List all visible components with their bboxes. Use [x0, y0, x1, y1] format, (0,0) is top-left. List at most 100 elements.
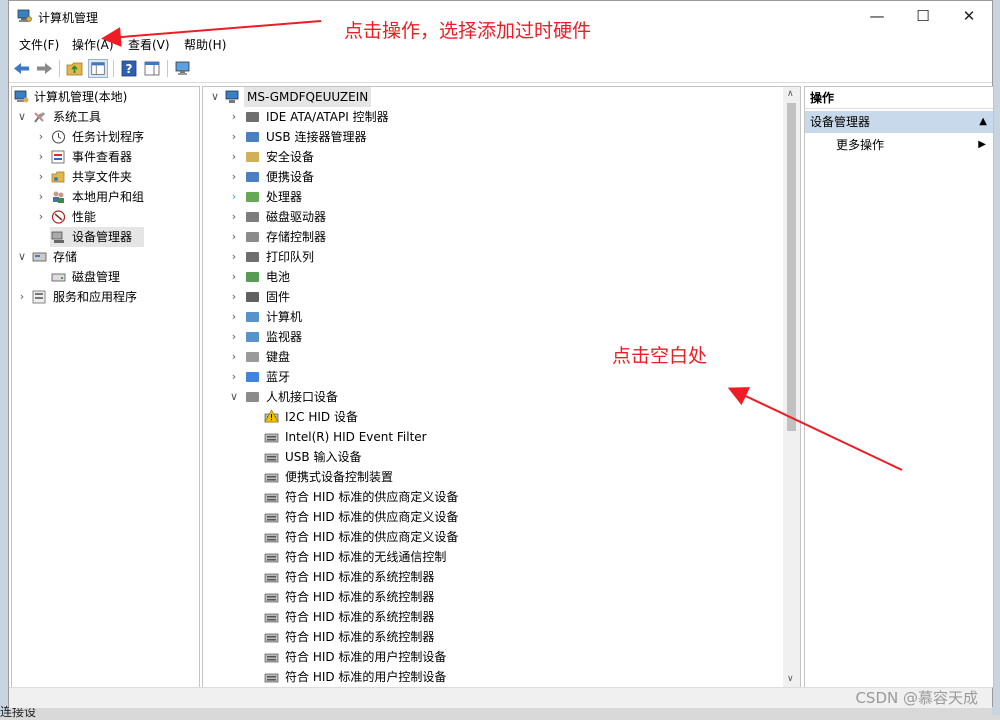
chevron-right-icon[interactable]: › — [35, 187, 47, 207]
tree-item-services-apps[interactable]: › 服务和应用程序 — [12, 287, 199, 307]
window-title: 计算机管理 — [38, 11, 99, 25]
tree-item-storage[interactable]: ∨ 存储 — [12, 247, 199, 267]
device-root[interactable]: ∨ MS-GMDFQEUUZEIN — [203, 87, 778, 107]
users-icon — [53, 191, 64, 203]
scan-hardware-icon[interactable] — [173, 59, 193, 78]
device-category-row[interactable]: › IDE ATA/ATAPI 控制器 — [203, 107, 778, 127]
chevron-right-icon[interactable]: › — [35, 207, 47, 227]
annotation-middle: 点击空白处 — [612, 345, 708, 367]
tree-item-performance[interactable]: › 性能 — [12, 207, 199, 227]
more-actions-item[interactable]: 更多操作 ▶ — [805, 135, 993, 155]
chevron-right-icon[interactable]: › — [35, 127, 47, 147]
forward-arrow-icon[interactable] — [34, 59, 54, 78]
actions-header: 操作 — [805, 87, 993, 109]
chevron-right-icon[interactable]: › — [228, 347, 240, 367]
chevron-right-icon[interactable]: › — [228, 107, 240, 127]
close-button[interactable]: ✕ — [946, 1, 992, 32]
disk-drive-icon — [246, 212, 259, 222]
tree-item-event-viewer[interactable]: › 事件查看器 — [12, 147, 199, 167]
tree-item-task-scheduler[interactable]: › 任务计划程序 — [12, 127, 199, 147]
hid-device-icon — [264, 553, 279, 563]
chevron-right-icon[interactable]: › — [228, 167, 240, 187]
chevron-right-icon[interactable]: › — [228, 147, 240, 167]
device-category-row[interactable]: › 安全设备 — [203, 147, 778, 167]
hid-device-row[interactable]: 符合 HID 标准的供应商定义设备 — [203, 527, 778, 547]
hid-device-row[interactable]: Intel(R) HID Event Filter — [203, 427, 778, 447]
chevron-right-icon[interactable]: › — [16, 287, 28, 307]
scrollbar-thumb[interactable] — [787, 103, 796, 431]
chevron-right-icon[interactable]: › — [228, 287, 240, 307]
hid-device-row[interactable]: 符合 HID 标准的无线通信控制 — [203, 547, 778, 567]
device-category-row[interactable]: › 存储控制器 — [203, 227, 778, 247]
menu-view[interactable]: 查看(V) — [128, 36, 170, 53]
hid-device-row[interactable]: 符合 HID 标准的系统控制器 — [203, 587, 778, 607]
show-tree-icon[interactable] — [88, 59, 108, 78]
chevron-right-icon[interactable]: › — [228, 327, 240, 347]
hid-device-row[interactable]: 符合 HID 标准的用户控制设备 — [203, 647, 778, 667]
hid-device-row[interactable]: 符合 HID 标准的系统控制器 — [203, 607, 778, 627]
collapse-triangle-icon[interactable]: ▲ — [979, 111, 987, 133]
ide-controller-icon — [246, 112, 259, 122]
chevron-right-icon[interactable]: › — [228, 267, 240, 287]
menu-file[interactable]: 文件(F) — [19, 36, 59, 53]
usb-icon — [246, 132, 259, 142]
device-category-row[interactable]: › 计算机 — [203, 307, 778, 327]
chevron-down-icon[interactable]: ∨ — [209, 87, 221, 107]
menu-help[interactable]: 帮助(H) — [184, 36, 226, 53]
device-category-row[interactable]: › 固件 — [203, 287, 778, 307]
hid-device-row[interactable]: 符合 HID 标准的用户控制设备 — [203, 667, 778, 687]
hid-device-icon — [264, 653, 279, 663]
show-action-pane-icon[interactable] — [142, 59, 162, 78]
chevron-right-icon[interactable]: › — [228, 367, 240, 387]
scroll-up-arrow-icon[interactable]: ∧ — [787, 89, 794, 99]
chevron-right-icon[interactable]: › — [228, 127, 240, 147]
vertical-scrollbar[interactable]: ∧ ∨ — [783, 87, 800, 687]
minimize-button[interactable]: — — [854, 1, 900, 32]
chevron-down-icon[interactable]: ∨ — [228, 387, 240, 407]
hid-device-icon — [264, 533, 279, 543]
device-category-row[interactable]: › 磁盘驱动器 — [203, 207, 778, 227]
scroll-down-arrow-icon[interactable]: ∨ — [787, 674, 794, 684]
tree-item-disk-management[interactable]: 磁盘管理 — [12, 267, 199, 287]
help-icon[interactable]: ? — [119, 59, 139, 78]
hid-device-row[interactable]: 便携式设备控制装置 — [203, 467, 778, 487]
device-category-row[interactable]: ∨ 人机接口设备 — [203, 387, 778, 407]
device-category-row[interactable]: › USB 连接器管理器 — [203, 127, 778, 147]
actions-section-device-manager[interactable]: 设备管理器 ▲ — [805, 111, 993, 133]
toolbar: ? — [9, 55, 992, 83]
back-arrow-icon[interactable] — [12, 59, 32, 78]
chevron-right-icon[interactable]: › — [228, 247, 240, 267]
tree-item-shared-folders[interactable]: › 共享文件夹 — [12, 167, 199, 187]
device-category-row[interactable]: › 处理器 — [203, 187, 778, 207]
actions-pane: 操作 设备管理器 ▲ 更多操作 ▶ — [804, 86, 994, 688]
device-category-row[interactable]: › 蓝牙 — [203, 367, 778, 387]
chevron-right-icon[interactable]: › — [228, 227, 240, 247]
maximize-button[interactable]: ☐ — [900, 1, 946, 32]
chevron-right-icon[interactable]: › — [228, 307, 240, 327]
chevron-down-icon[interactable]: ∨ — [16, 107, 28, 127]
hid-device-row[interactable]: USB 输入设备 — [203, 447, 778, 467]
chevron-right-icon[interactable]: › — [35, 167, 47, 187]
tree-item-computer-management[interactable]: 计算机管理(本地) — [12, 87, 199, 107]
tree-item-system-tools[interactable]: ∨ 系统工具 — [12, 107, 199, 127]
status-bar — [9, 687, 992, 708]
device-category-row[interactable]: › 打印队列 — [203, 247, 778, 267]
hid-warning-icon — [264, 410, 279, 423]
tree-item-device-manager[interactable]: 设备管理器 — [50, 227, 144, 247]
tree-item-local-users[interactable]: › 本地用户和组 — [12, 187, 199, 207]
chevron-right-icon[interactable]: › — [228, 187, 240, 207]
chevron-down-icon[interactable]: ∨ — [16, 247, 28, 267]
hid-device-row[interactable]: 符合 HID 标准的系统控制器 — [203, 567, 778, 587]
device-category-row[interactable]: › 电池 — [203, 267, 778, 287]
chevron-right-icon[interactable]: › — [35, 147, 47, 167]
hid-device-row[interactable]: 符合 HID 标准的系统控制器 — [203, 627, 778, 647]
hid-device-row[interactable]: 符合 HID 标准的供应商定义设备 — [203, 487, 778, 507]
menu-action[interactable]: 操作(A) — [72, 36, 114, 53]
device-category-row[interactable]: › 便携设备 — [203, 167, 778, 187]
device-tree-pane[interactable]: ∨ MS-GMDFQEUUZEIN › IDE ATA/ATAPI 控制器 › USB… — [202, 86, 801, 688]
up-folder-icon[interactable] — [65, 59, 85, 78]
hid-device-row[interactable]: 符合 HID 标准的供应商定义设备 — [203, 507, 778, 527]
hid-device-icon — [264, 633, 279, 643]
hid-device-row[interactable]: I2C HID 设备 — [203, 407, 778, 427]
chevron-right-icon[interactable]: › — [228, 207, 240, 227]
